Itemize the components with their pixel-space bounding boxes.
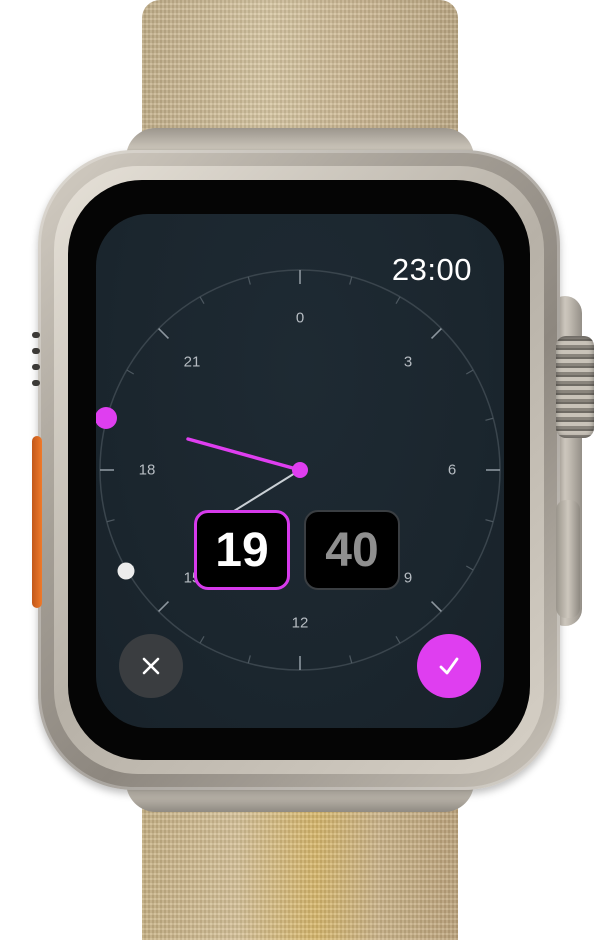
hour-label-6: 6	[447, 461, 457, 479]
checkmark-icon	[439, 657, 459, 675]
dial-tick	[349, 276, 353, 285]
hand-pivot	[292, 462, 308, 478]
dial-tick	[199, 296, 205, 305]
dial-tick	[395, 296, 401, 305]
dial-tick	[485, 417, 494, 421]
hour-label-21: 21	[183, 353, 201, 371]
action-button[interactable]	[32, 436, 42, 608]
dial-tick	[465, 369, 474, 375]
dial-tick	[126, 369, 135, 375]
dial-tick	[247, 655, 251, 664]
confirm-button[interactable]	[417, 634, 481, 698]
hour-hand	[186, 437, 302, 472]
speaker-grille	[32, 332, 40, 338]
cancel-button[interactable]	[119, 634, 183, 698]
minutes-field[interactable]: 40	[304, 510, 400, 590]
side-button[interactable]	[556, 500, 580, 618]
hour-label-0: 0	[295, 309, 305, 327]
speaker-grille	[32, 364, 40, 370]
hour-label-9: 9	[403, 569, 413, 587]
dial-tick	[349, 655, 353, 664]
dial-tick	[199, 635, 205, 644]
hour-label-12: 12	[291, 614, 309, 632]
dial-tick	[247, 276, 251, 285]
dial-tick	[106, 519, 115, 523]
start-handle[interactable]	[96, 407, 117, 429]
minute-hand	[233, 469, 301, 512]
hour-label-3: 3	[403, 353, 413, 371]
dial-tick	[158, 328, 170, 340]
dial-tick	[485, 519, 494, 523]
speaker-grille	[32, 380, 40, 386]
dial-tick	[395, 635, 401, 644]
hours-field[interactable]: 19	[194, 510, 290, 590]
speaker-grille	[32, 348, 40, 354]
dial-tick	[158, 600, 170, 612]
end-handle[interactable]	[117, 562, 135, 580]
dial-tick	[430, 328, 442, 340]
watch-render: 0 3 6 9 12 15 18 21 23:00 19 40	[0, 0, 600, 940]
digital-crown[interactable]	[556, 336, 594, 438]
close-icon	[142, 657, 160, 675]
hour-label-18: 18	[138, 461, 156, 479]
dial-tick	[430, 600, 442, 612]
dial-tick	[465, 565, 474, 571]
watch-screen: 0 3 6 9 12 15 18 21 23:00 19 40	[96, 214, 504, 728]
current-time: 23:00	[391, 252, 472, 287]
